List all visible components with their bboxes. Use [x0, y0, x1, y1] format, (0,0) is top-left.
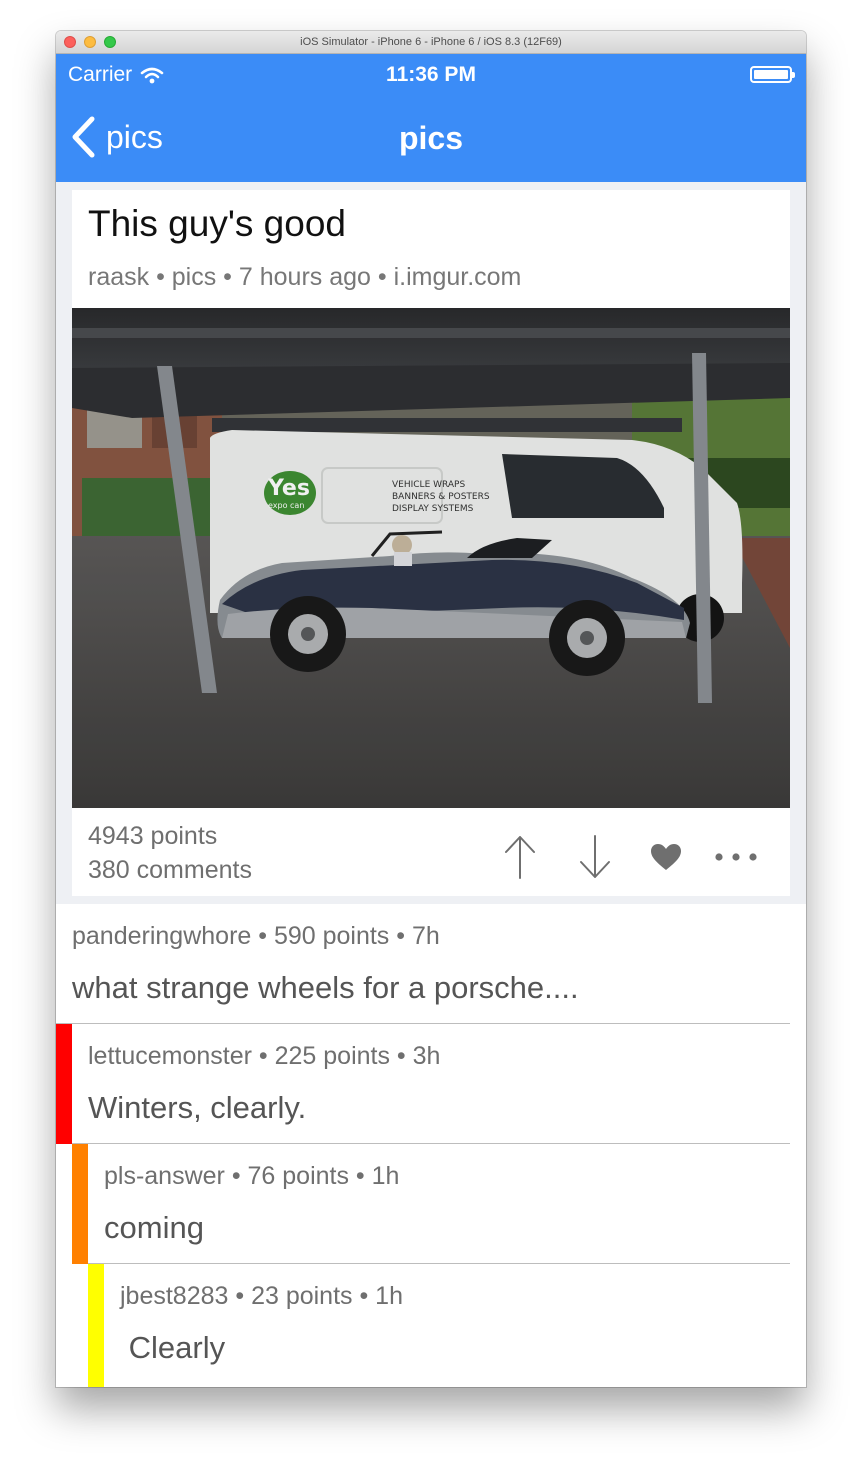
- status-time: 11:36 PM: [386, 63, 476, 86]
- comment-meta: pls-answer • 76 points • 1h: [104, 1162, 400, 1190]
- comment[interactable]: pls-answer • 76 points • 1h coming: [56, 1144, 806, 1264]
- simulator-window: iOS Simulator - iPhone 6 - iPhone 6 / iO…: [56, 31, 806, 1387]
- navigation-bar: Carrier 11:36 PM pics pics: [56, 54, 806, 182]
- depth-indicator-yellow: [88, 1264, 104, 1387]
- minimize-window-button[interactable]: [84, 36, 96, 48]
- comment-list: panderingwhore • 590 points • 7h what st…: [56, 904, 806, 1387]
- post-meta: raask • pics • 7 hours ago • i.imgur.com: [88, 263, 522, 291]
- status-bar: Carrier 11:36 PM: [56, 54, 806, 94]
- comment-meta: jbest8283 • 23 points • 1h: [120, 1282, 403, 1310]
- post-points: 4943 points: [88, 822, 218, 850]
- comment[interactable]: jbest8283 • 23 points • 1h Clearly: [56, 1264, 806, 1387]
- comment-meta: lettucemonster • 225 points • 3h: [88, 1042, 441, 1070]
- more-icon: [715, 853, 757, 861]
- post-title[interactable]: This guy's good: [72, 190, 790, 246]
- comment-body: Winters, clearly.: [88, 1090, 307, 1125]
- post-detail: This guy's good raask • pics • 7 hours a…: [56, 182, 806, 1387]
- depth-indicator-orange: [72, 1144, 88, 1264]
- window-title: iOS Simulator - iPhone 6 - iPhone 6 / iO…: [300, 36, 562, 48]
- heart-icon: [651, 844, 681, 870]
- post-card: This guy's good raask • pics • 7 hours a…: [72, 190, 790, 896]
- battery-icon: [750, 66, 795, 83]
- traffic-lights: [64, 36, 116, 48]
- comment-body: Clearly: [120, 1330, 226, 1365]
- post-image[interactable]: Yes expo can VEHICLE WRAPS BANNERS & POS…: [72, 308, 790, 808]
- close-window-button[interactable]: [64, 36, 76, 48]
- comment-body: coming: [104, 1210, 204, 1245]
- comment-body: what strange wheels for a porsche....: [72, 970, 579, 1005]
- comment[interactable]: panderingwhore • 590 points • 7h what st…: [56, 904, 806, 1024]
- post-comment-count[interactable]: 380 comments: [88, 856, 252, 885]
- downvote-button[interactable]: [571, 832, 619, 882]
- depth-indicator-red: [56, 1024, 72, 1144]
- upvote-button[interactable]: [496, 832, 544, 882]
- window-titlebar: iOS Simulator - iPhone 6 - iPhone 6 / iO…: [56, 31, 806, 54]
- zoom-window-button[interactable]: [104, 36, 116, 48]
- comment[interactable]: lettucemonster • 225 points • 3h Winters…: [56, 1024, 806, 1144]
- post-actions: 4943 points 380 comments: [72, 808, 790, 896]
- favorite-button[interactable]: [642, 832, 690, 882]
- downvote-arrow-icon: [580, 835, 610, 878]
- more-options-button[interactable]: [712, 832, 760, 882]
- upvote-arrow-icon: [505, 836, 535, 879]
- page-title: pics: [398, 120, 464, 156]
- comment-meta: panderingwhore • 590 points • 7h: [72, 922, 440, 950]
